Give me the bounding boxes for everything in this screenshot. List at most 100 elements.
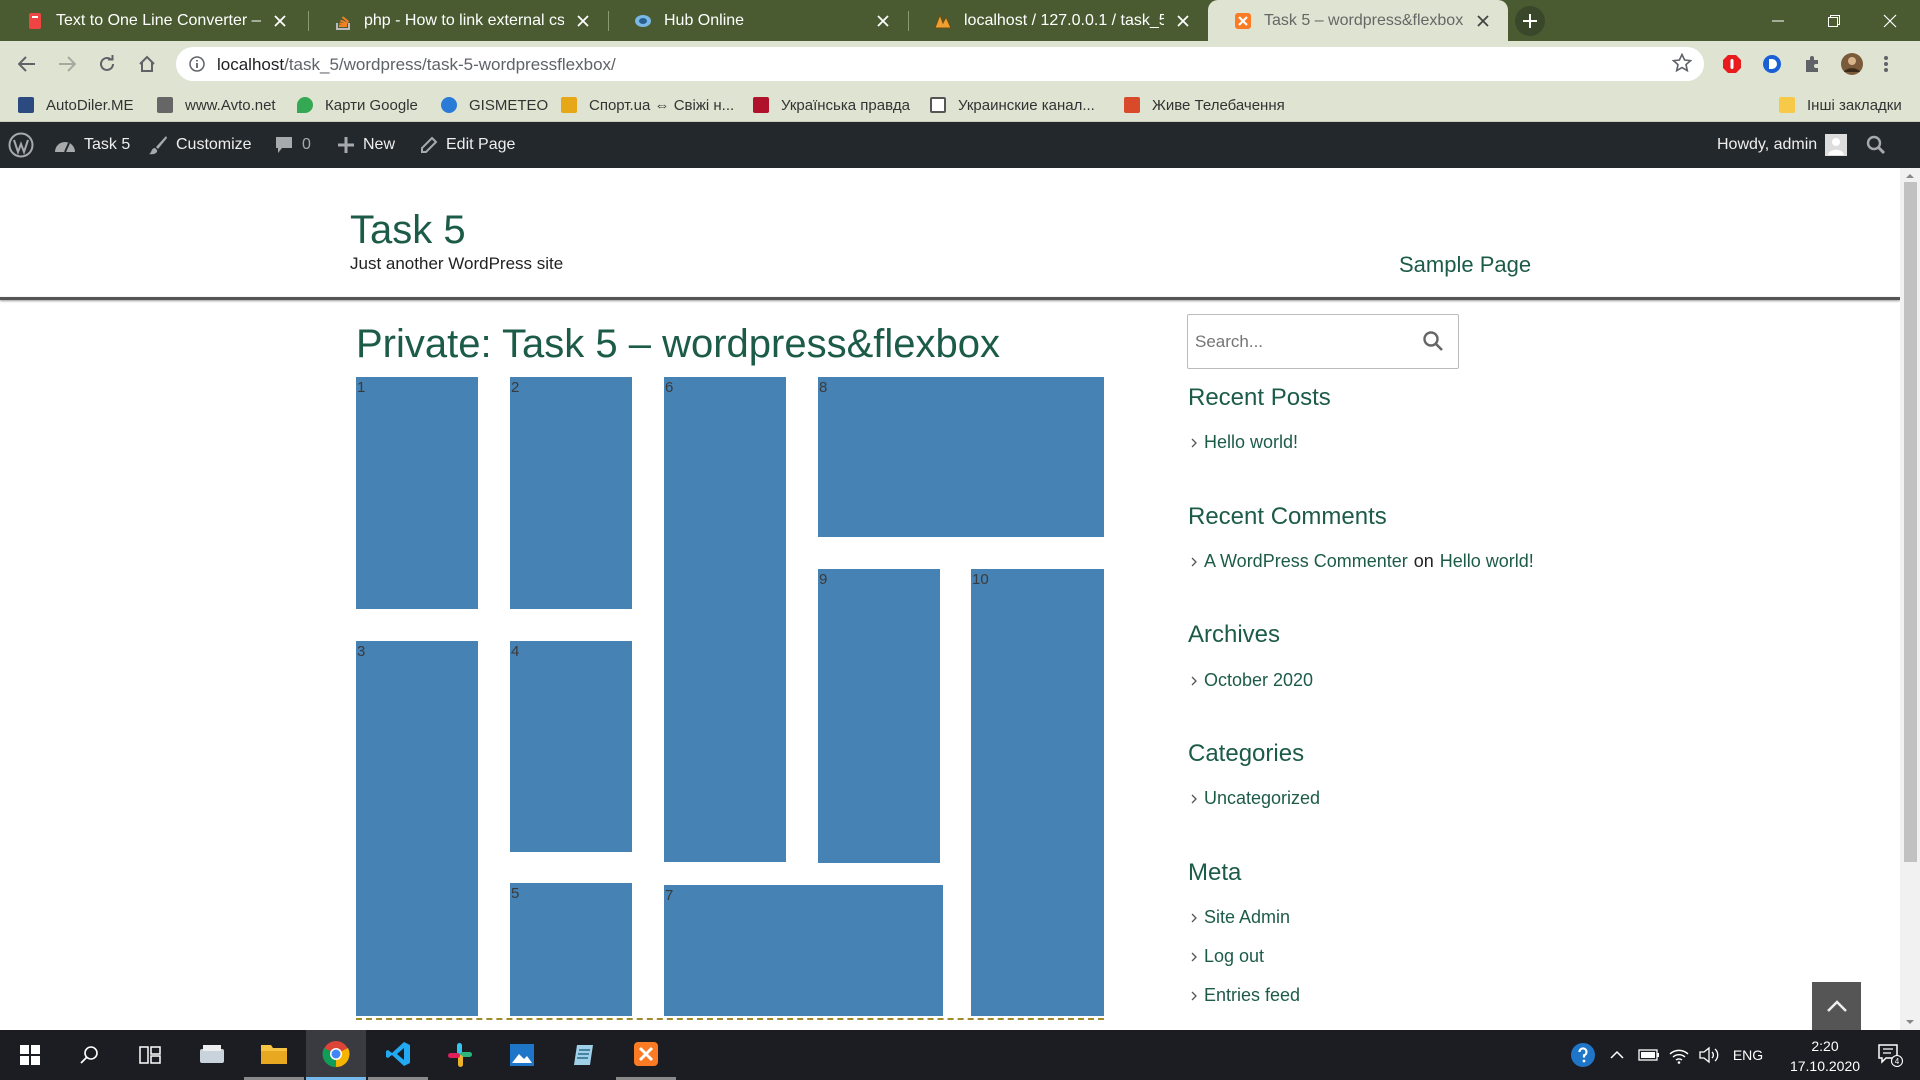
chevron-right-icon [1191, 438, 1197, 447]
recent-post-link[interactable]: Hello world! [1188, 432, 1298, 453]
meta-site-admin-link[interactable]: Site Admin [1188, 907, 1290, 928]
taskbar-app-explorer[interactable] [244, 1030, 304, 1080]
start-button[interactable] [0, 1030, 60, 1080]
page-scrollbar[interactable] [1900, 168, 1920, 1030]
my-account-menu[interactable]: Howdy, admin [1717, 122, 1848, 168]
block-number: 7 [665, 887, 674, 904]
reload-button[interactable] [91, 48, 123, 80]
edit-page-link[interactable]: Edit Page [420, 122, 515, 168]
folder-icon [1779, 97, 1795, 113]
tab-stackoverflow[interactable]: php - How to link external css in [308, 0, 608, 41]
flex-block-10: 10 [971, 569, 1104, 1016]
tab-hub-online[interactable]: Hub Online [608, 0, 908, 41]
notification-count: 4 [1895, 1057, 1900, 1066]
wp-logo-menu[interactable] [8, 122, 42, 168]
tab-task5-active[interactable]: Task 5 – wordpress&flexbox – Tas [1208, 0, 1508, 41]
comments-link[interactable]: 0 [274, 122, 311, 168]
task-view-button[interactable] [120, 1030, 180, 1080]
extension-button[interactable] [1756, 48, 1788, 80]
scroll-up-arrow-icon[interactable] [1904, 170, 1916, 182]
new-content-menu[interactable]: New [337, 122, 395, 168]
forward-arrow-icon [59, 56, 76, 72]
scrollbar-thumb[interactable] [1904, 182, 1917, 862]
bookmark-live-tv[interactable]: Живе Телебачення [1124, 95, 1285, 115]
bookmark-google-maps[interactable]: Карти Google [297, 95, 418, 115]
meta-label: Log out [1204, 946, 1265, 966]
help-tray-button[interactable] [1568, 1030, 1598, 1080]
bookmark-star-icon[interactable] [1672, 53, 1694, 75]
bookmark-autodiler[interactable]: AutoDiler.ME [18, 95, 134, 115]
search-input[interactable] [1189, 316, 1404, 367]
archive-link[interactable]: October 2020 [1188, 670, 1313, 691]
chrome-menu-button[interactable] [1876, 48, 1896, 80]
action-center-icon: 4 [1878, 1044, 1903, 1067]
network-tray-button[interactable] [1664, 1030, 1694, 1080]
adblock-icon [1723, 55, 1741, 73]
bookmark-ua-channels[interactable]: Украинские канал... [930, 95, 1095, 115]
scroll-down-arrow-icon[interactable] [1904, 1016, 1916, 1028]
opera-extension-button[interactable] [1716, 48, 1748, 80]
url-text[interactable]: localhost/task_5/wordpress/task-5-wordpr… [217, 55, 616, 75]
customize-link[interactable]: Customize [148, 122, 252, 168]
tab-text-converter[interactable]: Text to One Line Converter — Lin [0, 0, 305, 41]
extensions-menu-button[interactable] [1796, 48, 1828, 80]
scanner-icon [200, 1045, 224, 1063]
taskbar-app-photos[interactable] [492, 1030, 552, 1080]
forward-button[interactable] [51, 48, 83, 80]
bookmark-avto-net[interactable]: www.Avto.net [157, 95, 276, 115]
bookmark-pravda[interactable]: Українська правда [753, 95, 910, 115]
taskbar-search-button[interactable] [60, 1030, 120, 1080]
block-number: 2 [511, 379, 520, 396]
language-indicator[interactable]: ENG [1728, 1030, 1768, 1080]
new-label: New [363, 136, 396, 153]
back-button[interactable] [11, 48, 43, 80]
show-hidden-icons-button[interactable] [1604, 1030, 1630, 1080]
bookmark-gismeteo[interactable]: GISMETEO [441, 95, 548, 115]
taskbar-app-xampp[interactable] [616, 1030, 676, 1080]
clock[interactable]: 2:20 17.10.2020 [1780, 1036, 1870, 1076]
comment-author-link[interactable]: A WordPress Commenter [1204, 551, 1408, 572]
tab-title: Text to One Line Converter — Lin [56, 11, 261, 29]
taskbar-app-notepad[interactable] [554, 1030, 614, 1080]
xampp-icon [634, 1041, 658, 1066]
category-link[interactable]: Uncategorized [1188, 788, 1320, 809]
scroll-to-top-button[interactable] [1812, 982, 1861, 1030]
flex-block-1: 1 [356, 377, 478, 609]
comment-on-text: on [1413, 551, 1434, 571]
taskbar-app-chrome[interactable] [306, 1030, 366, 1080]
profile-button[interactable] [1836, 48, 1868, 80]
taskbar-app-vscode[interactable] [368, 1030, 428, 1080]
taskbar-app-scanner[interactable] [182, 1030, 242, 1080]
puzzle-icon [1806, 56, 1818, 72]
info-icon[interactable] [186, 53, 208, 75]
address-bar[interactable]: localhost/task_5/wordpress/task-5-wordpr… [176, 47, 1704, 81]
taskbar-app-slack[interactable] [430, 1030, 490, 1080]
tab-phpmyadmin[interactable]: localhost / 127.0.0.1 / task_5 | ph [908, 0, 1208, 41]
close-icon[interactable] [269, 10, 291, 32]
close-window-button[interactable] [1862, 0, 1918, 41]
recent-post-label: Hello world! [1204, 432, 1299, 452]
meta-entries-feed-link[interactable]: Entries feed [1188, 985, 1300, 1006]
flex-blocks: 1 2 6 8 9 10 3 4 5 7 [0, 168, 1900, 1030]
chevron-right-icon [1191, 952, 1197, 961]
close-icon[interactable] [1472, 10, 1494, 32]
search-submit-button[interactable] [1422, 330, 1446, 354]
meta-logout-link[interactable]: Log out [1188, 946, 1264, 967]
restore-button[interactable] [1806, 0, 1862, 41]
other-bookmarks[interactable]: Інші закладки [1779, 95, 1902, 115]
folder-icon [261, 1044, 287, 1064]
photos-icon [510, 1044, 534, 1066]
new-tab-button[interactable] [1515, 6, 1545, 36]
comment-post-link[interactable]: Hello world! [1440, 551, 1534, 572]
site-name-menu[interactable]: Task 5 [54, 122, 130, 168]
minimize-button[interactable] [1750, 0, 1806, 41]
close-icon[interactable] [1172, 10, 1194, 32]
bookmark-sport-ua[interactable]: Спорт.ua ⇔ Свіжі н... [561, 95, 734, 115]
home-button[interactable] [131, 48, 163, 80]
admin-search-button[interactable] [1866, 122, 1894, 168]
close-icon[interactable] [872, 10, 894, 32]
close-icon[interactable] [572, 10, 594, 32]
notifications-button[interactable]: 4 [1870, 1030, 1910, 1080]
volume-tray-button[interactable] [1694, 1030, 1724, 1080]
battery-tray-button[interactable] [1634, 1030, 1664, 1080]
